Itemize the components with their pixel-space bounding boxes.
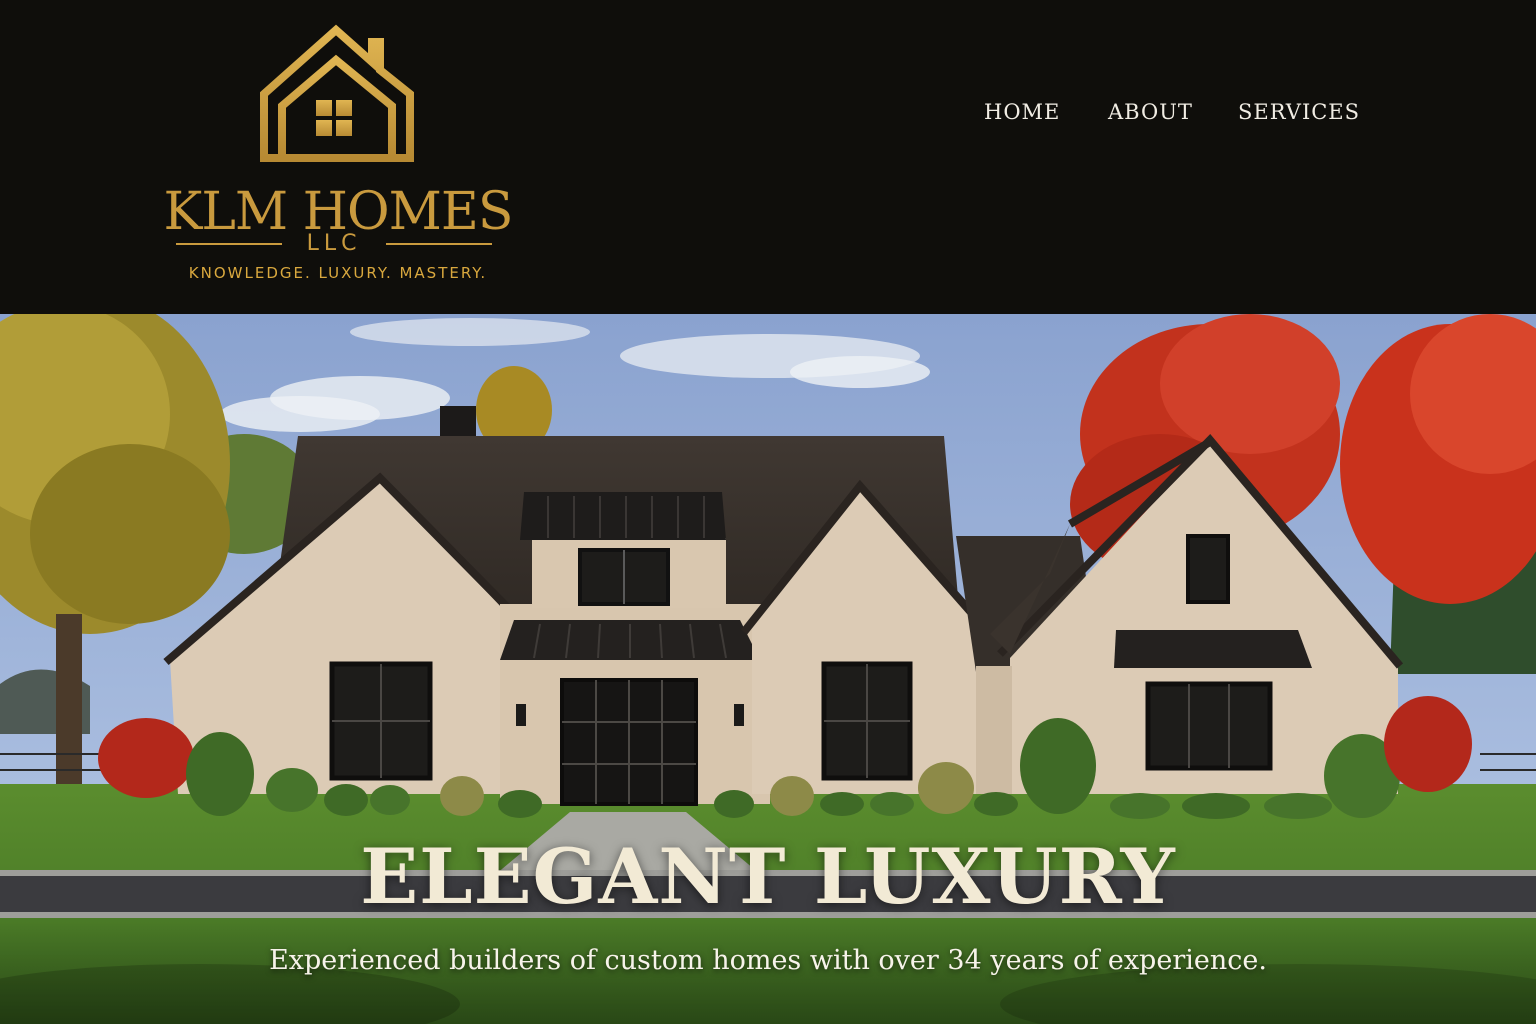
brand-logo[interactable]: KLM HOMES LLC KNOWLEDGE. LUXURY. MASTERY…	[160, 24, 516, 294]
brand-suffix-row: LLC	[176, 228, 492, 258]
site-header: KLM HOMES LLC KNOWLEDGE. LUXURY. MASTERY…	[0, 0, 1536, 314]
nav-item-services[interactable]: SERVICES	[1238, 100, 1360, 124]
hero-subtitle: Experienced builders of custom homes wit…	[269, 945, 1267, 976]
nav-item-about[interactable]: ABOUT	[1108, 100, 1193, 124]
brand-tagline: KNOWLEDGE. LUXURY. MASTERY.	[188, 264, 488, 282]
hero-title: ELEGANT LUXURY	[360, 832, 1176, 921]
hero-section: ELEGANT LUXURY Experienced builders of c…	[0, 314, 1536, 1024]
nav-item-home[interactable]: HOME	[984, 100, 1060, 124]
house-icon	[260, 24, 414, 162]
divider	[386, 243, 492, 245]
